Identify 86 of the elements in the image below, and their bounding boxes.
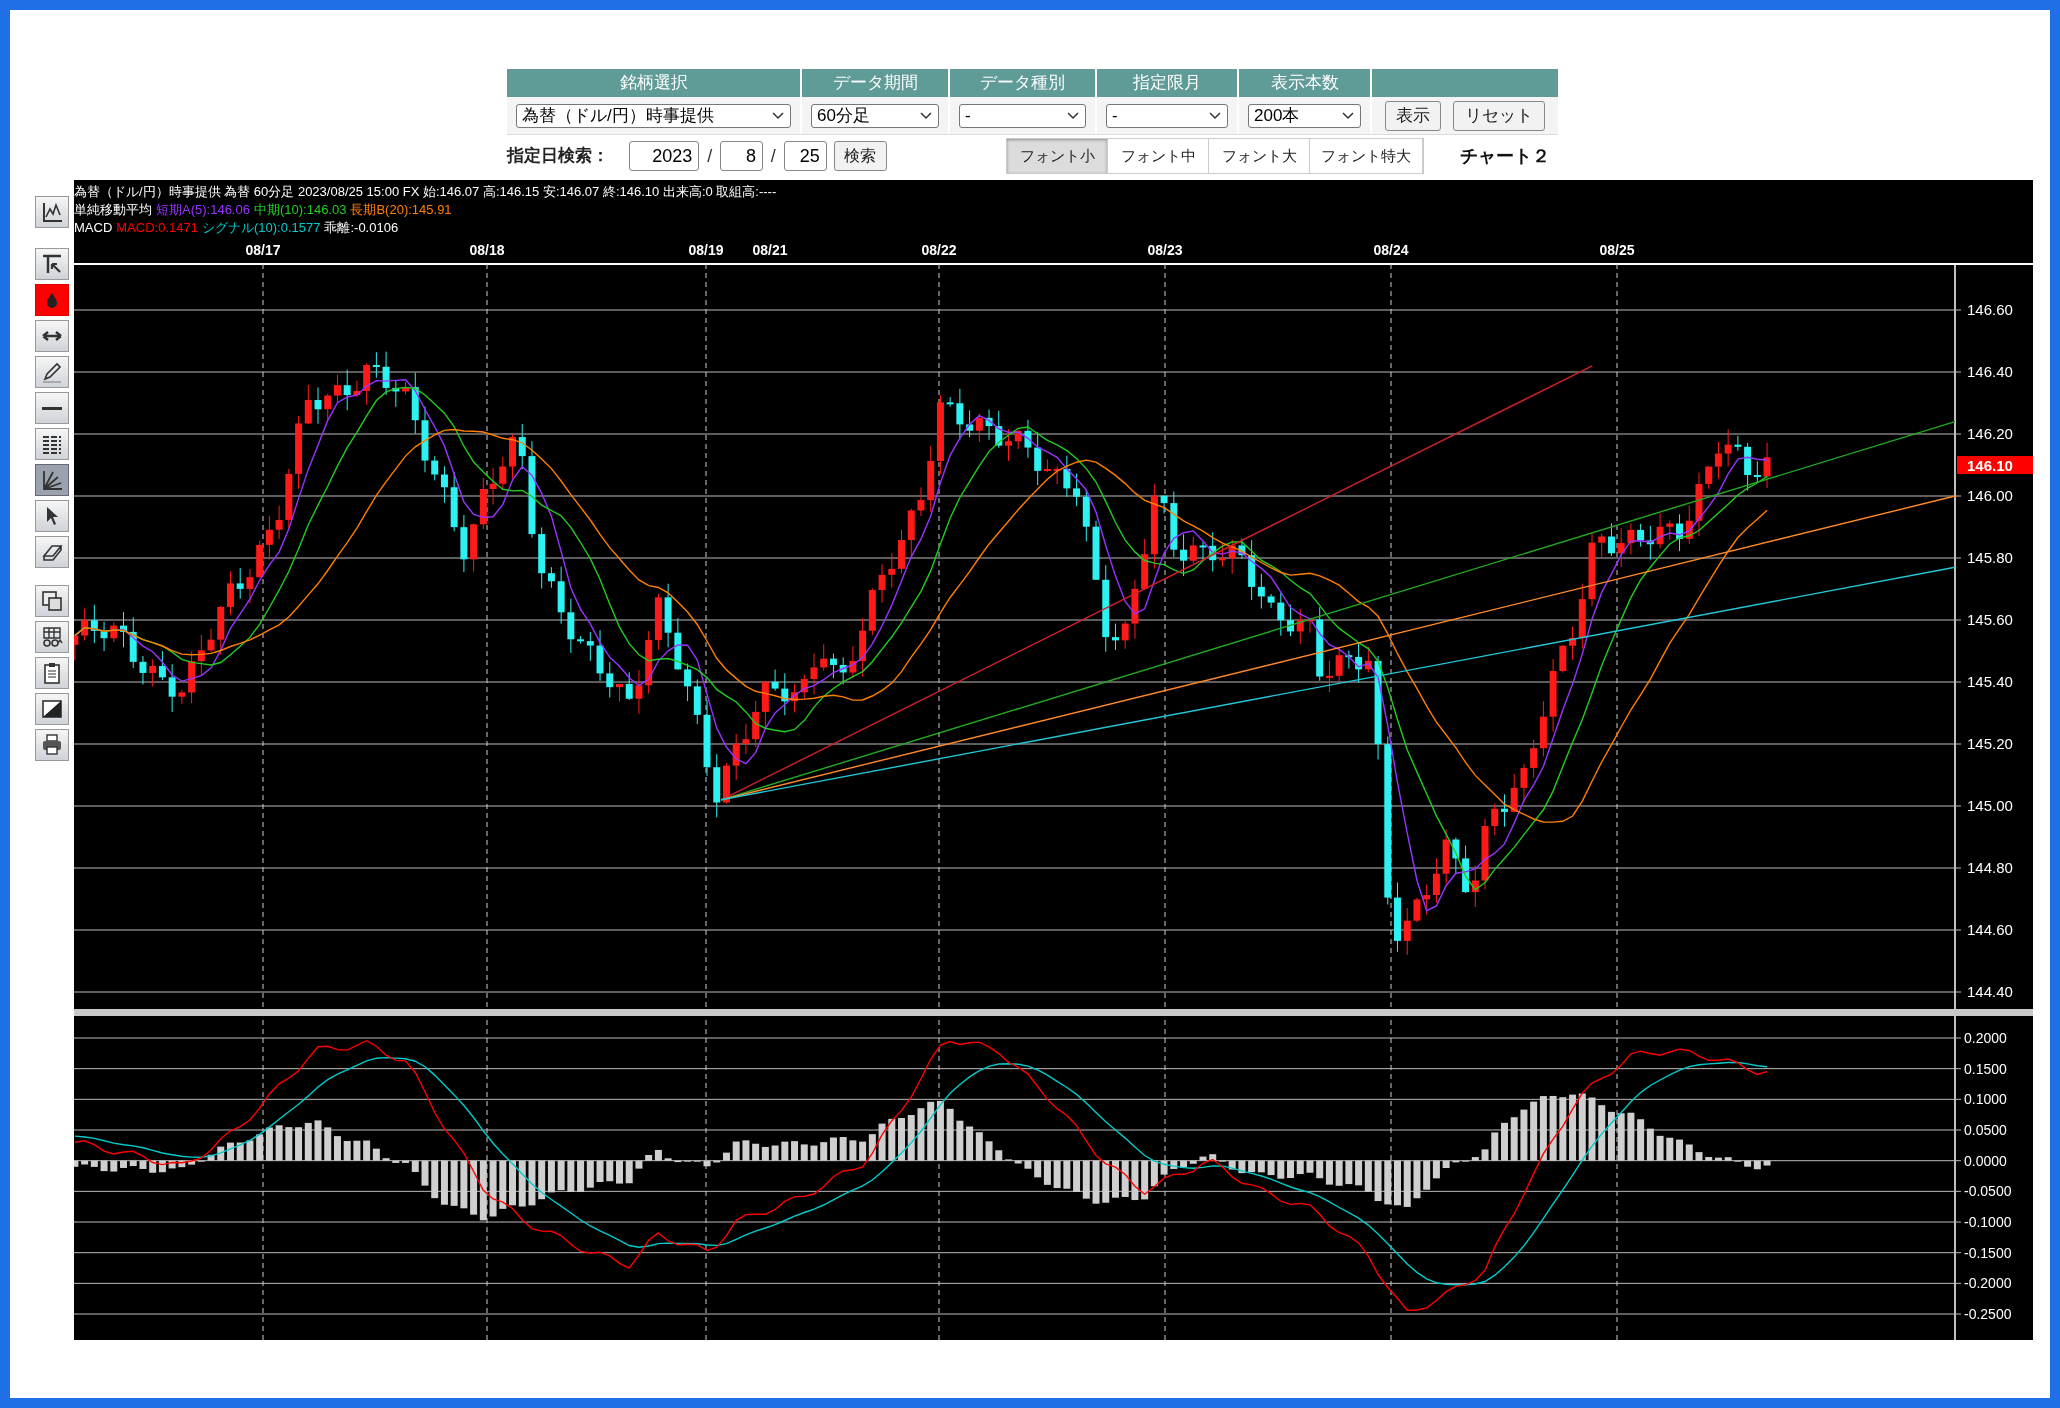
price-axis-label: 145.80 xyxy=(1967,549,2013,566)
chevron-down-icon xyxy=(1066,110,1080,121)
price-axis-label: 146.20 xyxy=(1967,425,2013,442)
chevron-down-icon xyxy=(1341,110,1355,121)
trend-line[interactable] xyxy=(720,420,1956,801)
chevron-down-icon xyxy=(1208,110,1222,121)
tool-button[interactable] xyxy=(35,356,69,388)
line-chart-icon xyxy=(40,200,64,224)
chart-title: チャート２ xyxy=(1460,144,1550,168)
tool-button[interactable] xyxy=(35,428,69,460)
tool-button[interactable] xyxy=(35,196,69,228)
font-size-tab[interactable]: フォント小 xyxy=(1007,139,1108,173)
tool-button[interactable] xyxy=(35,320,69,352)
price-axis-label: 146.60 xyxy=(1967,301,2013,318)
dropdown[interactable]: 200本 xyxy=(1248,103,1361,128)
tool-button[interactable] xyxy=(35,729,69,761)
legend-value: MACD:0.1471 xyxy=(116,219,198,237)
macd-axis-label: -0.2000 xyxy=(1964,1275,2012,1292)
price-axis-label: 145.40 xyxy=(1967,673,2013,690)
fan-lines-icon xyxy=(40,468,64,492)
date-separator: / xyxy=(769,144,777,168)
chevron-down-icon xyxy=(919,110,933,121)
date-search-label: 指定日検索： xyxy=(507,145,610,168)
tool-button[interactable] xyxy=(35,585,69,617)
date-axis-label: 08/23 xyxy=(1147,242,1183,258)
date-axis-label: 08/22 xyxy=(921,242,957,258)
trend-line[interactable] xyxy=(720,566,1956,801)
date-axis-label: 08/21 xyxy=(752,242,788,258)
tool-button[interactable] xyxy=(35,248,69,280)
dropdown[interactable]: 60分足 xyxy=(811,103,939,128)
date-axis-label: 08/25 xyxy=(1599,242,1635,258)
tool-button[interactable] xyxy=(35,657,69,689)
price-axis-label: 145.60 xyxy=(1967,611,2013,628)
date-input[interactable]: 25 xyxy=(783,141,827,171)
printer-icon xyxy=(40,733,64,757)
price-axis-label: 146.40 xyxy=(1967,363,2013,380)
search-button[interactable]: 検索 xyxy=(833,141,887,171)
contrast-icon xyxy=(40,697,64,721)
crosshair-arrow-icon xyxy=(40,252,64,276)
date-axis-label: 08/24 xyxy=(1373,242,1409,258)
macd-axis-label: 0.0000 xyxy=(1964,1152,2007,1169)
chevron-down-icon xyxy=(771,110,785,121)
tool-button[interactable] xyxy=(35,693,69,725)
legend-label: 単純移動平均 xyxy=(74,201,152,219)
date-input[interactable]: 8 xyxy=(720,141,763,171)
table-glasses-icon xyxy=(40,625,64,649)
date-input[interactable]: 2023 xyxy=(629,141,700,171)
copy-icon xyxy=(40,589,64,613)
macd-axis-label: 0.1000 xyxy=(1964,1091,2007,1108)
macd-axis-label: 0.0500 xyxy=(1964,1122,2007,1138)
macd-axis-label: -0.2500 xyxy=(1964,1306,2012,1323)
price-axis-label: 145.00 xyxy=(1967,797,2013,814)
show-button[interactable]: 表示 xyxy=(1385,100,1441,131)
dropdown[interactable]: - xyxy=(1106,103,1228,128)
dropdown[interactable]: 為替（ドル/円）時事提供 xyxy=(516,103,791,128)
tool-button[interactable] xyxy=(35,621,69,653)
price-axis-label: 144.40 xyxy=(1967,983,2013,1000)
legend-value: 短期A(5):146.06 xyxy=(156,201,250,219)
price-axis-label: 144.60 xyxy=(1967,921,2013,938)
price-axis-label: 145.20 xyxy=(1967,735,2013,752)
price-axis-label: 146.00 xyxy=(1967,487,2013,504)
macd-axis-label: -0.1000 xyxy=(1964,1214,2012,1230)
date-axis-label: 08/17 xyxy=(245,242,281,258)
legend-value: シグナル(10):0.1577 xyxy=(201,219,321,237)
macd-axis-label: 0.1500 xyxy=(1964,1060,2007,1077)
last-price-tag: 146.10 xyxy=(1957,456,2033,474)
pencil-icon xyxy=(40,360,64,384)
legend-label: MACD xyxy=(74,219,113,237)
macd-axis-label: -0.0500 xyxy=(1964,1183,2012,1200)
date-separator: / xyxy=(706,144,714,168)
tool-button[interactable] xyxy=(35,500,69,532)
chart-info-line: 為替（ドル/円）時事提供 為替 60分足 2023/08/25 15:00 FX 始:146.07 高:146.15 安:146.07 終:146.10 出来高:0 取組高:---- xyxy=(74,183,777,201)
dropdown[interactable]: - xyxy=(959,103,1086,128)
tool-button[interactable] xyxy=(35,536,69,568)
tool-button[interactable] xyxy=(35,392,69,424)
macd-axis-label: 0.2000 xyxy=(1964,1030,2007,1046)
price-axis-label: 144.80 xyxy=(1967,859,2013,876)
date-axis-label: 08/18 xyxy=(469,242,505,258)
horizontal-line-icon xyxy=(41,406,63,410)
legend-value: 長期B(20):145.91 xyxy=(350,201,452,219)
trend-line[interactable] xyxy=(720,365,1594,801)
legend-value: 中期(10):146.03 xyxy=(253,201,347,219)
reset-button[interactable]: リセット xyxy=(1453,100,1545,131)
legend-value: 乖離:-0.0106 xyxy=(324,219,399,237)
macd-axis-label: -0.1500 xyxy=(1964,1244,2012,1261)
date-axis-label: 08/19 xyxy=(688,242,724,258)
